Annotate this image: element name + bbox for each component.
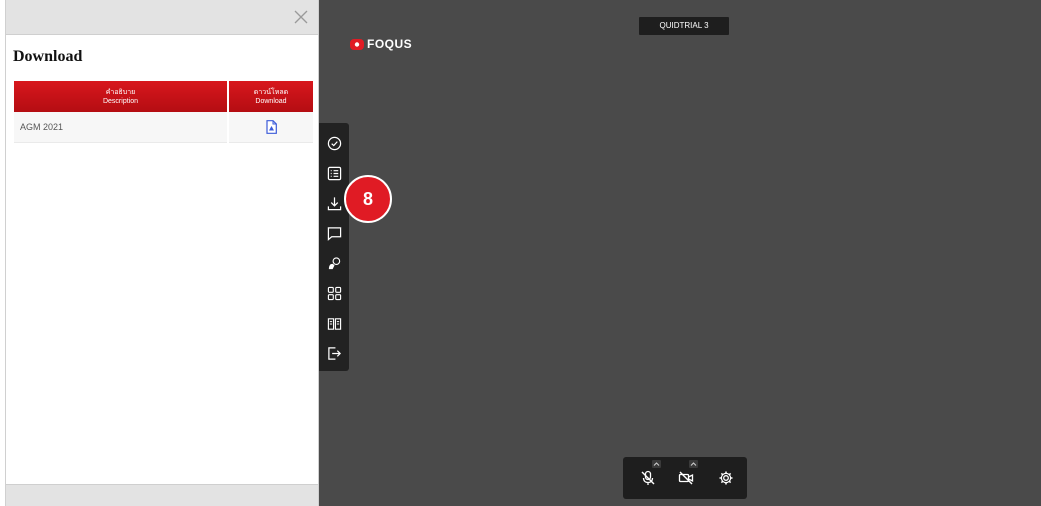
step-number-badge: 8 [344,175,392,223]
toolbar-exit-button[interactable] [322,338,346,368]
camera-options-button[interactable] [689,460,698,468]
media-control-bar [623,457,747,499]
panel-header-bar [6,0,318,35]
toolbar-vote-button[interactable] [322,128,346,158]
pdf-file-icon[interactable] [265,119,277,134]
meeting-title: QUIDTRIAL 3 [639,17,729,35]
toolbar-document-button[interactable] [322,308,346,338]
close-icon[interactable] [292,8,310,26]
column-header-download-en: Download [255,97,287,105]
download-table: คำอธิบาย Description ดาวน์โหลด Download … [14,81,313,143]
column-header-download: ดาวน์โหลด Download [228,81,313,112]
agenda-list-icon [327,166,341,180]
camera-off-icon [678,471,694,485]
foqus-logo: FOQUS [350,37,412,51]
toolbar-agenda-button[interactable] [322,158,346,188]
chevron-up-icon [690,462,697,466]
document-book-icon [327,317,341,330]
chat-icon [327,226,341,241]
video-area: FOQUS QUIDTRIAL 3 8 [319,0,1041,506]
row-download-cell [227,112,313,143]
panel-title: Download [13,48,83,65]
panel-footer-bar [6,484,318,506]
row-description: AGM 2021 [14,112,228,143]
logo-text: FOQUS [367,37,413,51]
vote-icon [327,136,341,150]
chevron-up-icon [653,462,660,466]
toolbar-raise-hand-button[interactable] [322,248,346,278]
toolbar-chat-button[interactable] [322,218,346,248]
logo-mark-icon [350,38,364,50]
toolbar-download-button[interactable] [322,188,346,218]
column-header-download-th: ดาวน์โหลด [253,88,289,96]
table-header-row: คำอธิบาย Description ดาวน์โหลด Download [14,81,313,112]
download-panel: Download คำอธิบาย Description ดาวน์โหลด … [5,0,319,506]
mic-options-button[interactable] [652,460,661,468]
app-root: Download คำอธิบาย Description ดาวน์โหลด … [0,0,1041,506]
camera-toggle-button[interactable] [678,470,694,486]
raise-hand-icon [328,256,340,269]
mic-off-icon [641,470,655,485]
exit-icon [327,346,341,360]
download-icon [327,196,341,210]
column-header-description-th: คำอธิบาย [105,88,136,96]
toolbar-layout-button[interactable] [322,278,346,308]
column-header-description-en: Description [102,97,138,105]
table-row: AGM 2021 [14,112,313,143]
mic-toggle-button[interactable] [640,470,656,486]
side-toolbar [319,123,349,371]
settings-button[interactable] [718,470,734,486]
settings-icon [719,471,733,485]
grid-layout-icon [327,286,341,300]
column-header-description: คำอธิบาย Description [14,81,229,112]
